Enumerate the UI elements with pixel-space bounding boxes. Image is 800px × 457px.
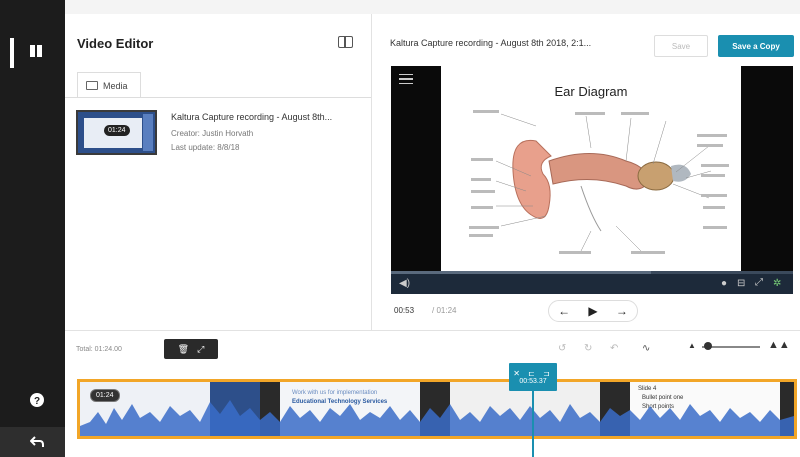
captions-icon[interactable]: ⊟ — [737, 278, 745, 289]
player-title: Kaltura Capture recording - August 8th 2… — [390, 38, 592, 48]
tab-divider — [65, 97, 371, 98]
save-button[interactable]: Save — [654, 35, 708, 57]
step-forward-icon[interactable]: → — [616, 304, 628, 318]
player-panel: Kaltura Capture recording - August 8th 2… — [372, 14, 800, 330]
menu-icon[interactable] — [399, 74, 413, 84]
playhead-marker[interactable]: ✕ ⊏ ⊐ 00:53.37 — [509, 363, 557, 391]
save-a-copy-button[interactable]: Save a Copy — [718, 35, 794, 57]
zoom-out-icon[interactable]: ▲ — [688, 341, 696, 350]
folder-icon — [86, 81, 98, 90]
clip-duration-badge: 01:24 — [90, 389, 120, 402]
current-time: 00:53 — [394, 306, 415, 315]
entry-duration-badge: 01:24 — [104, 125, 130, 136]
total-time: / 01:24 — [432, 306, 457, 315]
tab-media-label: Media — [103, 80, 128, 91]
zoom-in-icon[interactable]: ▲▲ — [768, 339, 790, 351]
video-progress — [391, 271, 651, 274]
thumbnail-sidebar — [143, 114, 153, 151]
layout-toggle-icon[interactable] — [338, 36, 353, 48]
svg-text:?: ? — [34, 396, 40, 407]
play-icon[interactable]: ▶ — [588, 304, 597, 318]
back-button[interactable] — [0, 427, 65, 457]
timeline-toolbar: 🗑 ⤢ — [164, 339, 218, 359]
back-icon — [30, 436, 44, 448]
transport-controls: ← ▶ → — [548, 300, 638, 322]
fullscreen-icon[interactable]: ⤢ — [755, 277, 763, 288]
entry-creator: Creator: Justin Horvath — [171, 129, 254, 138]
waveform-icon[interactable]: ∿ — [642, 343, 650, 354]
volume-icon[interactable]: ◀) — [399, 278, 410, 289]
playhead-line — [532, 391, 534, 457]
media-panel: Video Editor Media 01:24 Kaltura Capture… — [65, 14, 372, 330]
total-time-value: 01:24 — [436, 306, 457, 315]
zoom-slider-handle[interactable] — [704, 342, 712, 350]
help-icon[interactable]: ? — [30, 393, 44, 407]
expand-icon[interactable]: ⤢ — [197, 344, 204, 355]
time-separator: / — [432, 306, 435, 315]
kaltura-logo-icon: ✲ — [773, 278, 782, 289]
playhead-tools-icon[interactable]: ✕ ⊏ ⊐ — [513, 369, 553, 378]
video-slide: Ear Diagram — [441, 66, 741, 271]
delete-icon[interactable]: 🗑 — [178, 344, 189, 355]
entry-name[interactable]: Kaltura Capture recording - August 8th..… — [171, 112, 332, 122]
timeline-total: Total: 01:24.00 — [76, 346, 122, 353]
panel-icon[interactable] — [29, 44, 43, 58]
top-strip — [65, 0, 800, 14]
timeline-divider — [65, 330, 800, 331]
timeline-track[interactable]: Work with us for implementation Educatio… — [77, 379, 797, 439]
settings-icon[interactable]: ● — [721, 278, 727, 289]
entry-thumbnail[interactable]: 01:24 — [76, 110, 157, 155]
rail-active-indicator — [10, 38, 14, 68]
tab-media[interactable]: Media — [77, 72, 141, 98]
audio-waveform — [80, 400, 794, 436]
panel-title: Video Editor — [77, 36, 154, 51]
undo-icon[interactable]: ↶ — [610, 343, 618, 354]
ear-diagram-illustration — [469, 110, 729, 254]
step-back-icon[interactable]: ← — [558, 304, 570, 318]
video-control-bar: ◀) ● ⊟ ⤢ ✲ — [391, 271, 793, 294]
playhead-time: 00:53.37 — [519, 378, 547, 385]
video-editor-app: ? Video Editor Media 01:24 Kaltura Captu… — [0, 0, 800, 457]
redo-icon[interactable]: ↻ — [584, 343, 592, 354]
reset-icon[interactable]: ↺ — [558, 343, 566, 354]
left-rail: ? — [0, 0, 65, 457]
video-player[interactable]: Ear Diagram ◀) ● ⊟ ⤢ ✲ — [391, 66, 793, 294]
entry-last-update: Last update: 8/8/18 — [171, 143, 240, 152]
